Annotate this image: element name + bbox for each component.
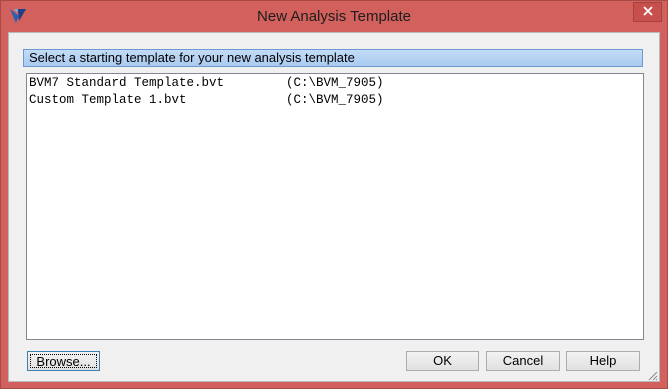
template-path: (C:\BVM_7905) bbox=[286, 93, 384, 107]
instruction-header: Select a starting template for your new … bbox=[23, 49, 643, 67]
cancel-button[interactable]: Cancel bbox=[486, 351, 560, 371]
browse-button-label: Browse... bbox=[30, 354, 97, 369]
template-list[interactable]: BVM7 Standard Template.bvt (C:\BVM_7905)… bbox=[26, 73, 644, 340]
ok-button[interactable]: OK bbox=[406, 351, 479, 371]
template-path: (C:\BVM_7905) bbox=[286, 76, 384, 90]
resize-grip-icon[interactable] bbox=[646, 368, 658, 381]
close-icon bbox=[642, 3, 653, 21]
dialog-body: Select a starting template for your new … bbox=[8, 32, 660, 382]
browse-button[interactable]: Browse... bbox=[27, 351, 100, 371]
list-item[interactable]: BVM7 Standard Template.bvt (C:\BVM_7905) bbox=[29, 75, 384, 91]
list-item[interactable]: Custom Template 1.bvt (C:\BVM_7905) bbox=[29, 92, 384, 108]
template-name: Custom Template 1.bvt bbox=[29, 93, 187, 107]
template-name: BVM7 Standard Template.bvt bbox=[29, 76, 225, 90]
dialog-window: New Analysis Template Select a starting … bbox=[0, 0, 668, 389]
close-button[interactable] bbox=[633, 2, 662, 22]
title-bar[interactable]: New Analysis Template bbox=[1, 1, 667, 32]
help-button[interactable]: Help bbox=[566, 351, 640, 371]
window-title: New Analysis Template bbox=[257, 8, 411, 25]
